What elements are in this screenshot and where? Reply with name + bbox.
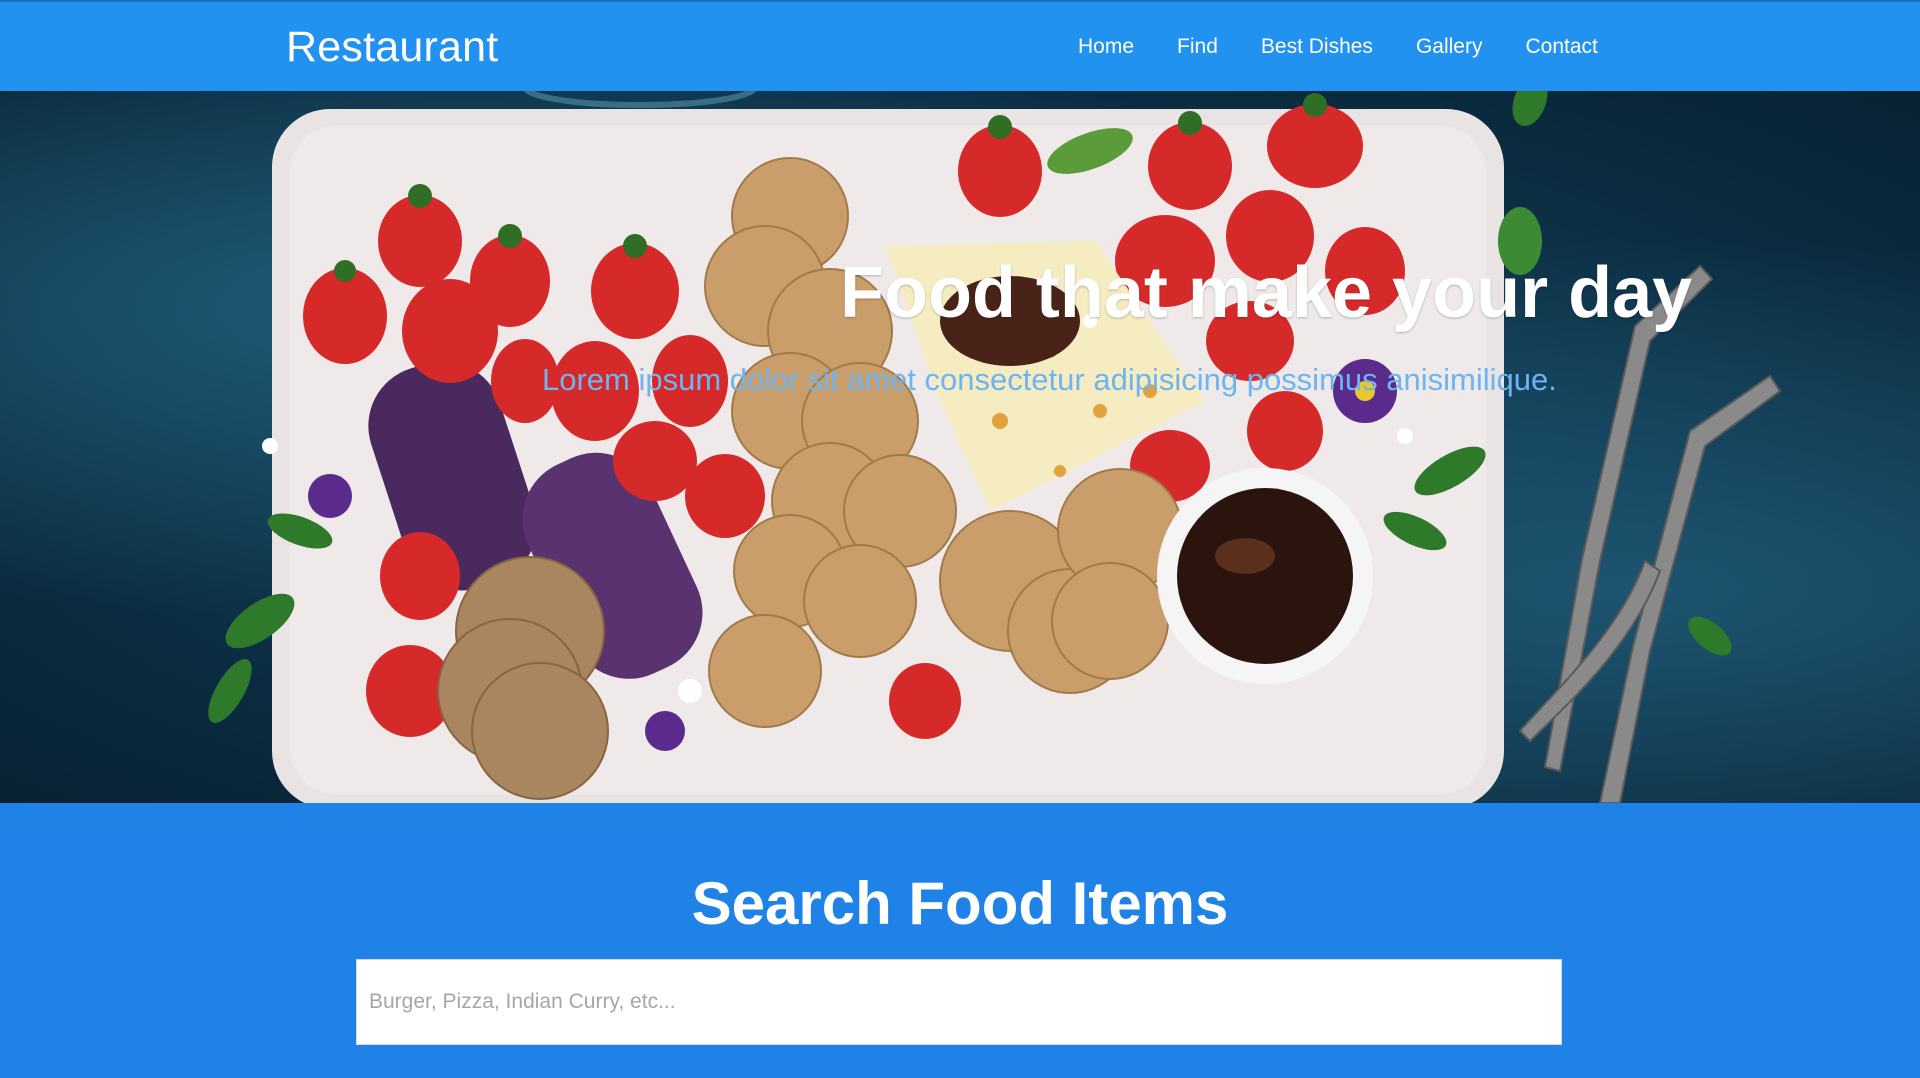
nav-link-contact[interactable]: Contact (1525, 34, 1597, 60)
brand-logo[interactable]: Restaurant (286, 22, 498, 72)
search-title: Search Food Items (691, 870, 1229, 937)
nav-menu: Home Find Best Dishes Gallery Contact (1078, 34, 1641, 60)
nav-link-gallery[interactable]: Gallery (1416, 34, 1483, 60)
food-platter-photo (208, 91, 1782, 803)
nav-link-best-dishes[interactable]: Best Dishes (1261, 34, 1373, 60)
hero-subtitle: Lorem ipsum dolor sit amet consectetur a… (542, 362, 1557, 397)
hero-section: Food that make your day Lorem ipsum dolo… (0, 91, 1920, 803)
search-input[interactable] (356, 959, 1562, 1045)
search-section: Search Food Items (0, 803, 1920, 1078)
nav-link-find[interactable]: Find (1177, 34, 1218, 60)
nav-link-home[interactable]: Home (1078, 34, 1134, 60)
navbar: Restaurant Home Find Best Dishes Gallery… (0, 0, 1920, 91)
hero-title: Food that make your day (840, 253, 1693, 333)
